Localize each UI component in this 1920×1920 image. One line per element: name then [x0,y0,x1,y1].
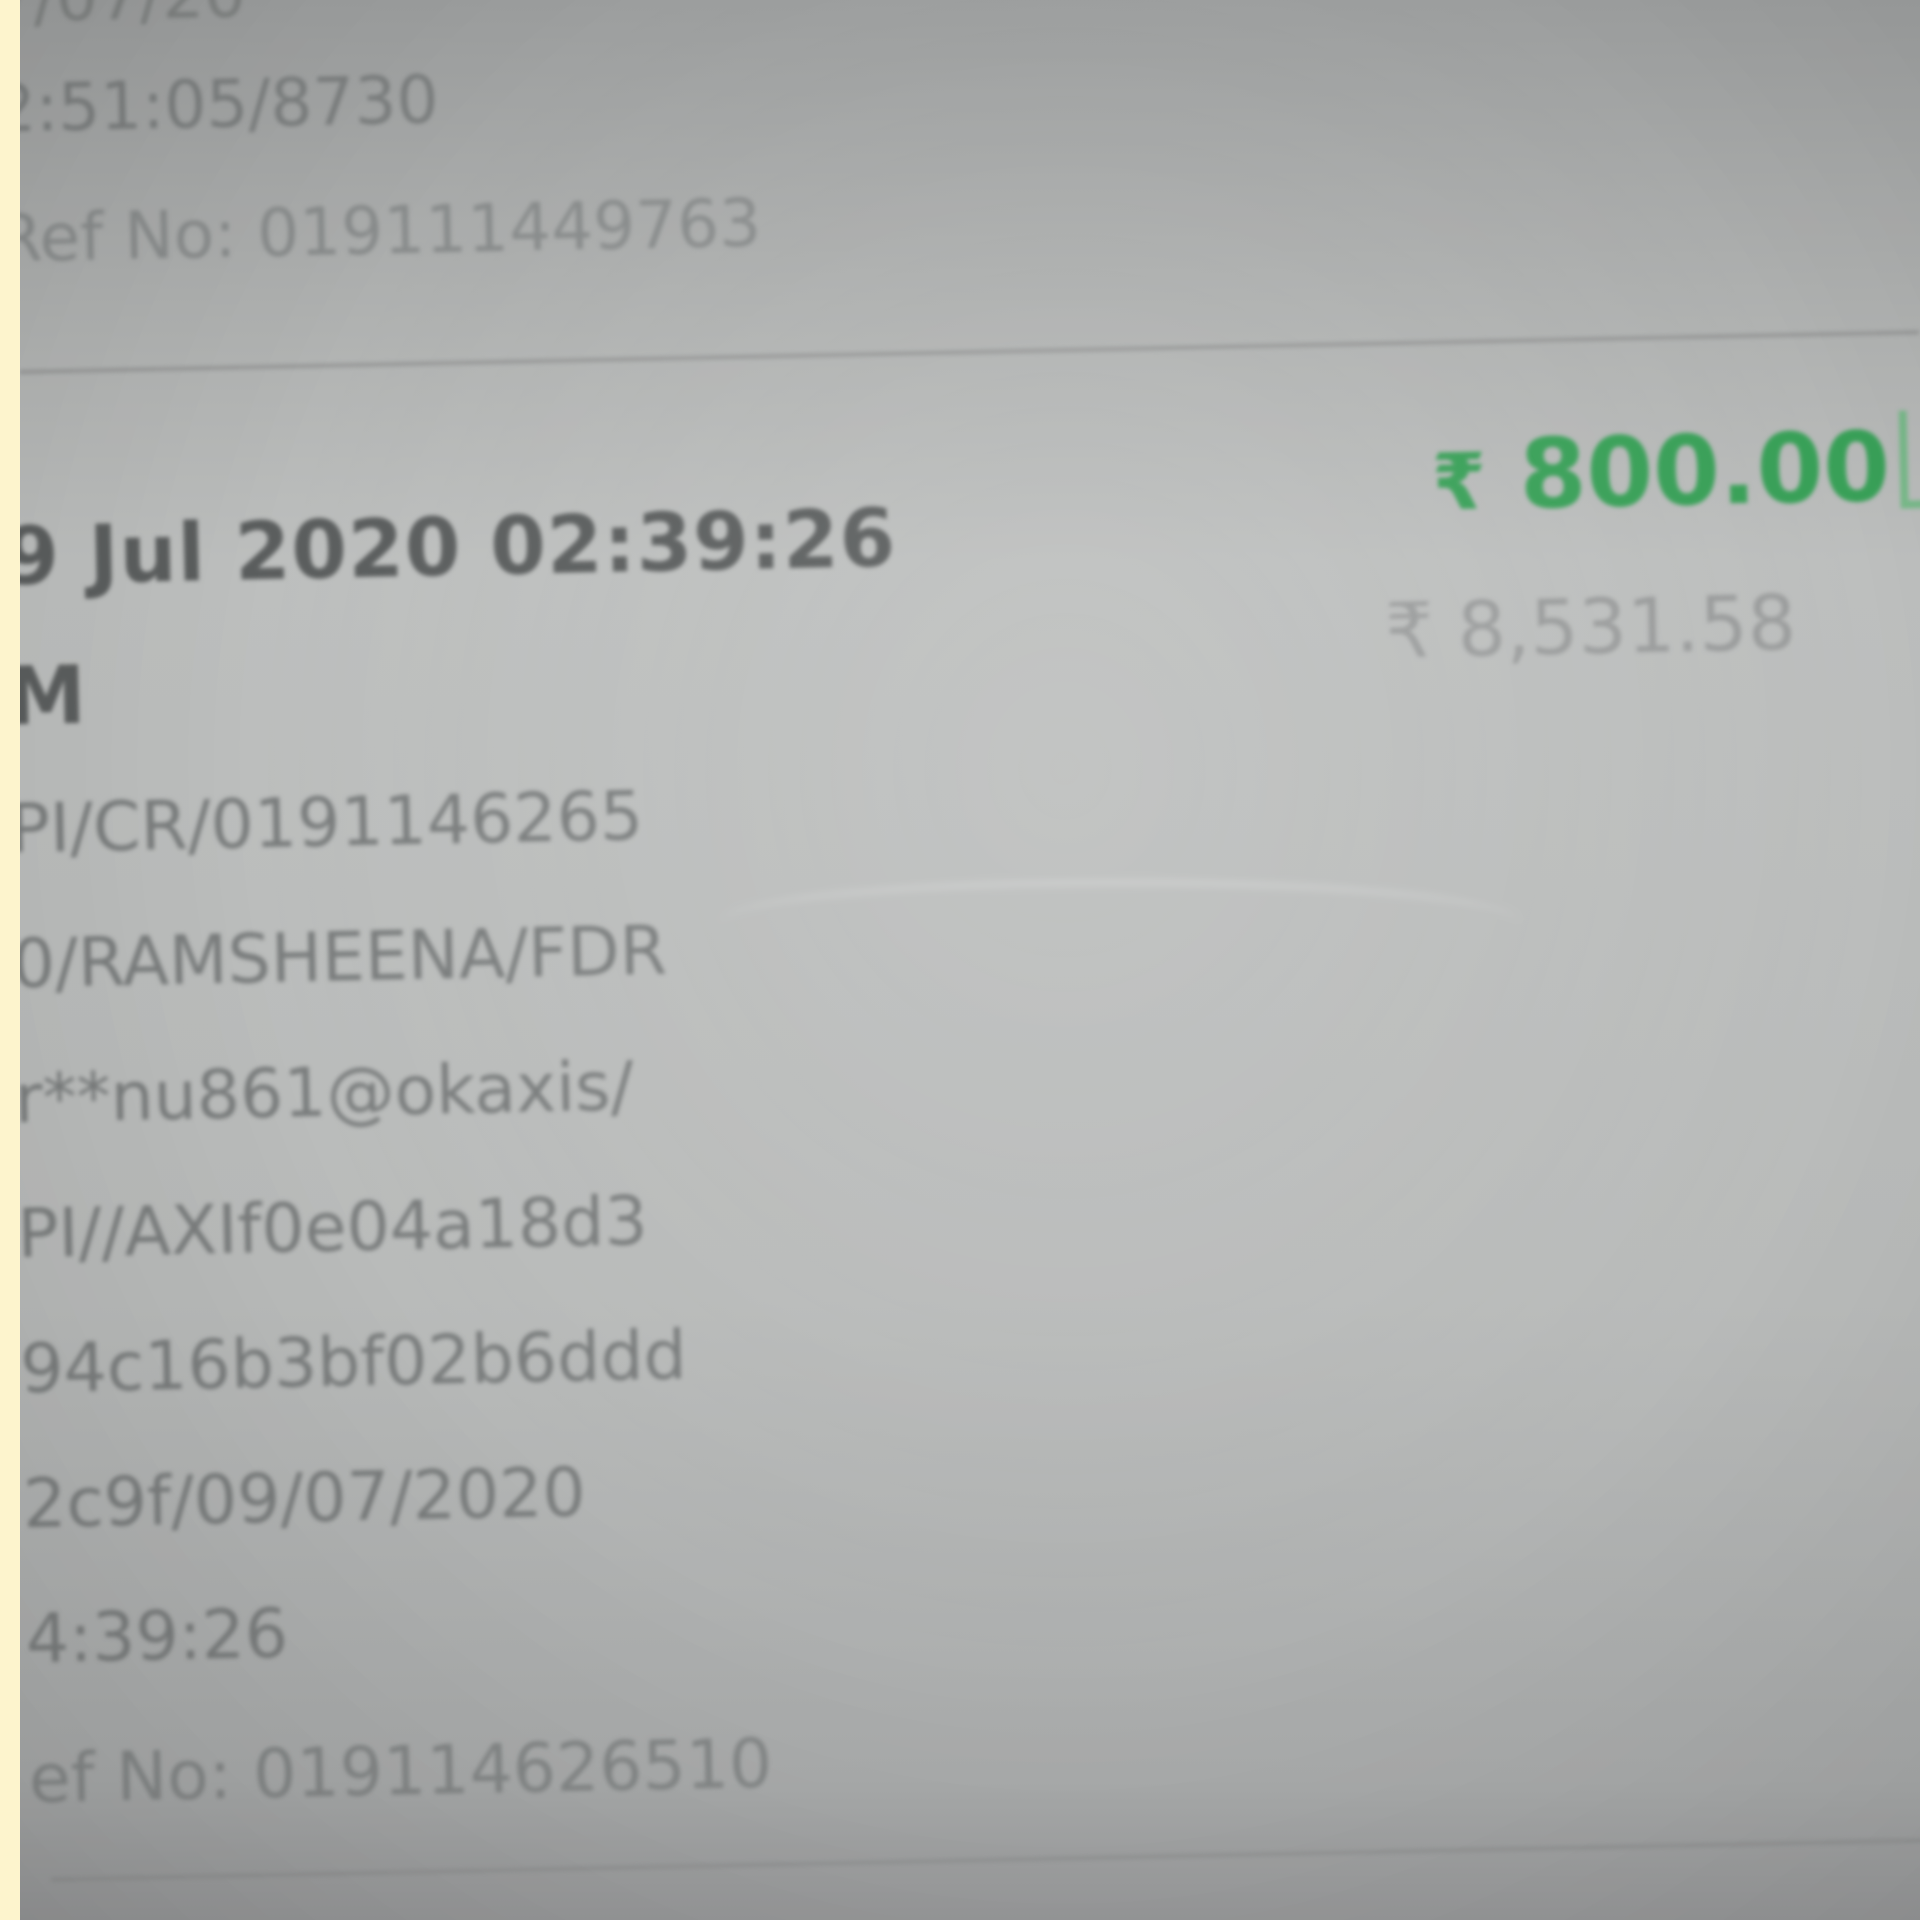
description-line-2: 0/RAMSHEENA/FDR [20,911,668,1005]
credit-amount-value: 800.00 [1518,410,1892,531]
credit-amount: ₹ 800.00 [1431,411,1891,533]
credit-indicator-icon [1898,409,1920,509]
previous-entry-line-2: 2:51:05/8730 [20,61,440,148]
rupee-icon: ₹ [1431,437,1488,529]
description-line-3: r**nu861@okaxis/ [20,1047,635,1140]
entry-divider [20,330,1920,375]
description-line-4: PI//AXIf0e04a18d3 [20,1182,649,1275]
transaction-history-screen: 7/07/20 2:51:05/8730 Ref No: 01911144976… [20,0,1920,1920]
previous-entry-ref-number: Ref No: 019111449763 [20,184,762,278]
description-line-6: 2c9f/09/07/2020 [22,1453,587,1545]
running-balance: ₹ 8,531.58 [1384,578,1797,676]
transaction-ref-number: ef No: 019114626510 [28,1724,774,1820]
description-line-1: PI/CR/0191146265 [20,777,644,870]
entry-divider-bottom [50,1837,1920,1882]
description-line-5: 94c16b3bf02b6ddd [20,1316,688,1410]
previous-entry-line-1: 7/07/20 [20,0,247,37]
description-line-7: 4:39:26 [25,1594,289,1680]
photographed-screen: 7/07/20 2:51:05/8730 Ref No: 01911144976… [20,0,1920,1920]
running-balance-value: 8,531.58 [1456,577,1797,674]
rupee-icon: ₹ [1384,585,1435,676]
transaction-type: M [20,648,87,744]
transaction-datetime: 9 Jul 2020 02:39:26 [20,491,898,604]
